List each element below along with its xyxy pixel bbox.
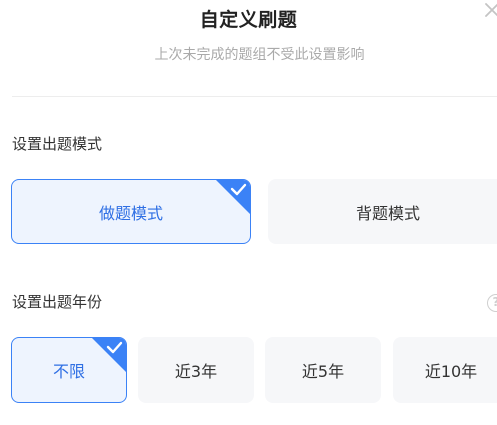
year-option-label: 近5年: [301, 362, 345, 381]
check-icon: [92, 338, 126, 372]
year-section-label: 设置出题年份: [12, 293, 103, 311]
custom-practice-dialog: 自定义刷题 上次未完成的题组不受此设置影响 设置出题模式 做题模式 背题模式 设…: [0, 0, 497, 425]
mode-option-label: 背题模式: [355, 203, 420, 223]
check-icon: [216, 180, 250, 214]
year-option-unlimited[interactable]: 不限: [11, 337, 127, 403]
year-option-label: 不限: [52, 362, 85, 381]
dialog-title: 自定义刷题: [199, 9, 298, 31]
mode-section-label: 设置出题模式: [12, 135, 103, 153]
year-option-10years[interactable]: 近10年: [393, 337, 497, 403]
dialog-subtitle: 上次未完成的题组不受此设置影响: [154, 47, 365, 63]
header-divider: [12, 96, 497, 97]
year-option-label: 近10年: [424, 362, 478, 381]
mode-option-label: 做题模式: [98, 203, 163, 223]
year-option-3years[interactable]: 近3年: [138, 337, 254, 403]
close-icon[interactable]: [480, 0, 497, 22]
mode-option-practice[interactable]: 做题模式: [11, 179, 251, 244]
year-option-label: 近3年: [174, 362, 218, 381]
year-option-5years[interactable]: 近5年: [265, 337, 381, 403]
help-icon[interactable]: ?: [487, 294, 497, 312]
mode-option-recite[interactable]: 背题模式: [268, 179, 497, 244]
